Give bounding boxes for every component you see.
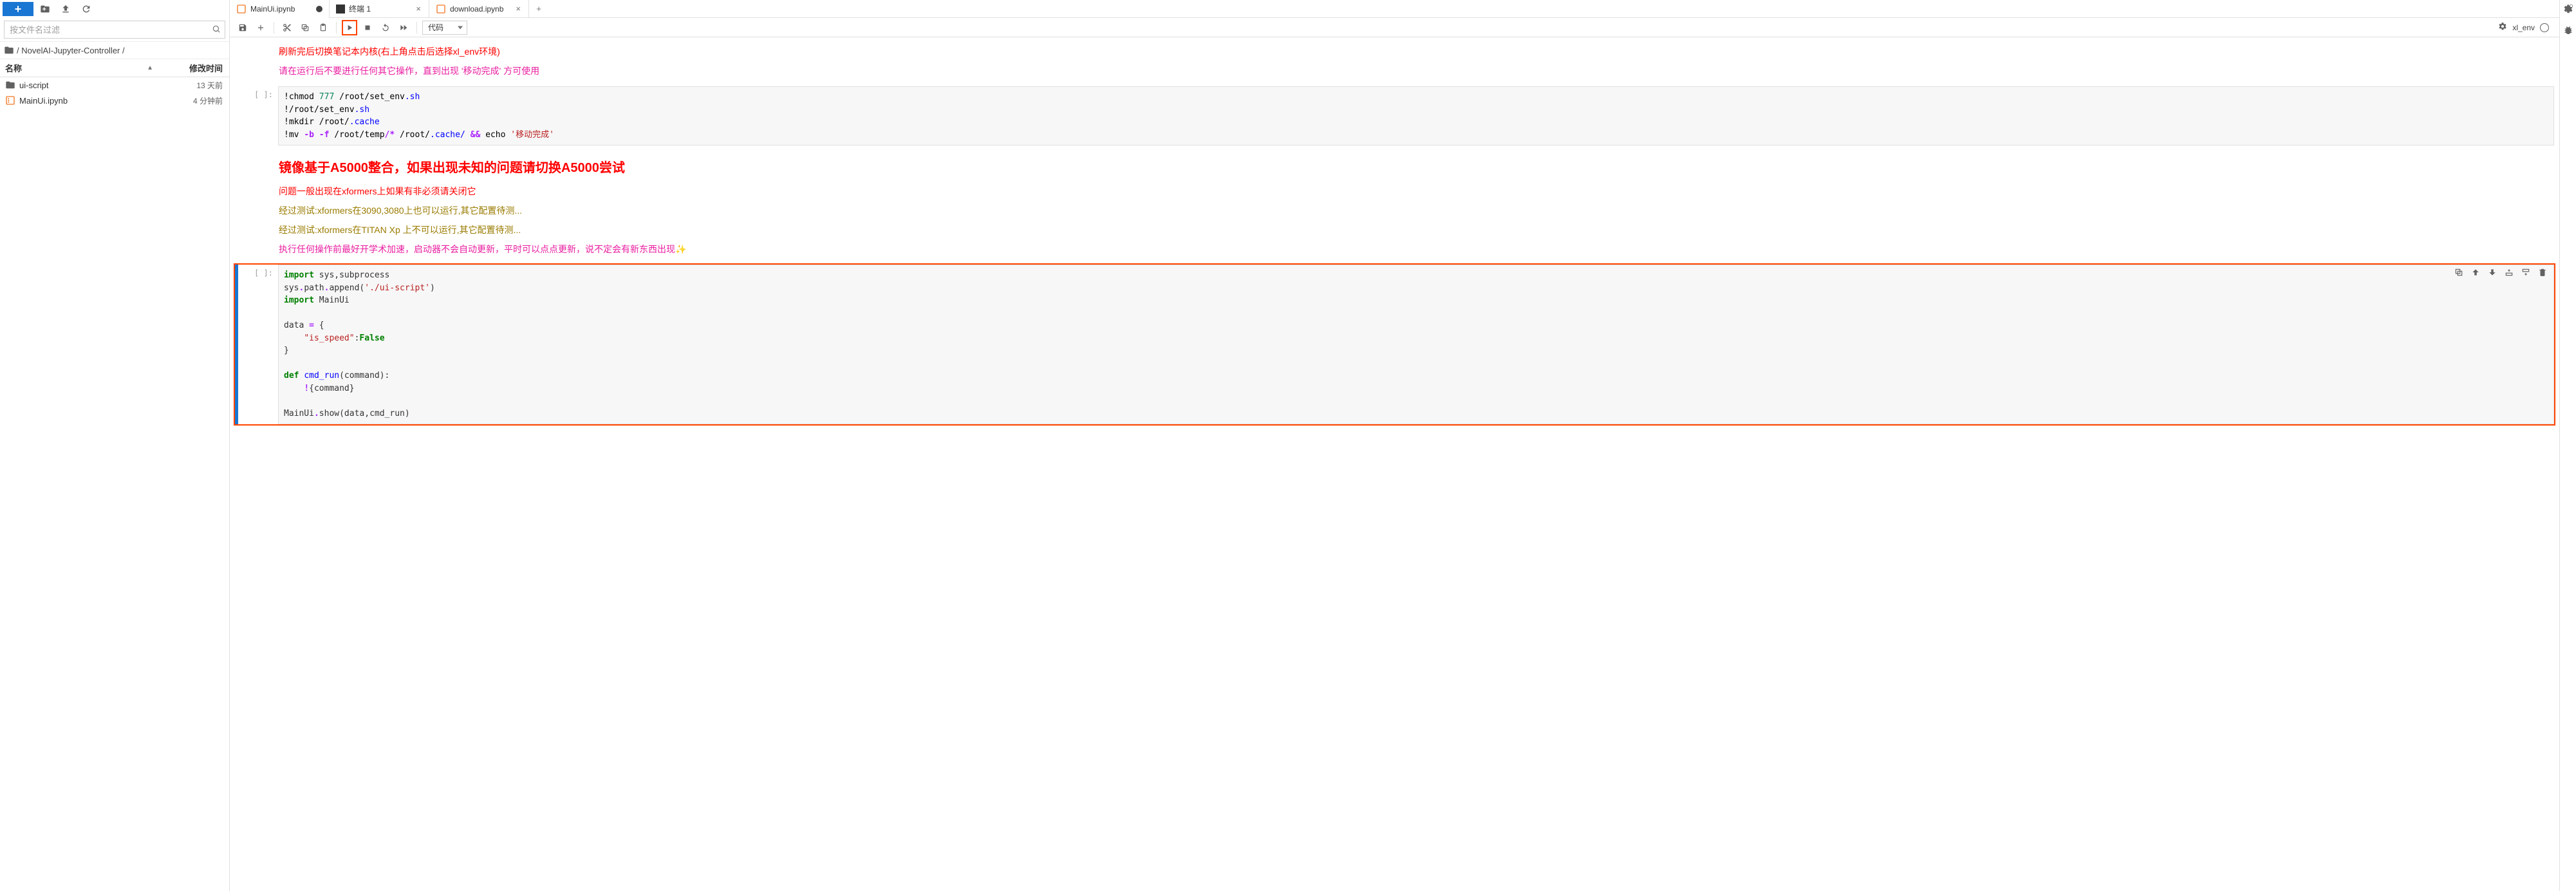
cut-button[interactable] (279, 20, 295, 35)
col-name-label[interactable]: 名称 (5, 62, 22, 74)
restart-button[interactable] (378, 20, 393, 35)
file-list-header: 名称 ▲ 修改时间 (0, 59, 229, 77)
code-cell[interactable]: [ ]: import sys,subprocess sys.path.appe… (235, 265, 2554, 424)
duplicate-cell-icon[interactable] (2452, 266, 2465, 279)
file-modified: 4 分钟前 (158, 95, 229, 106)
cell-type-label: 代码 (428, 22, 443, 33)
file-browser-sidebar: + / NovelAI-Jupyter-Controller / 名称 ▲ 修改… (0, 0, 230, 891)
save-button[interactable] (235, 20, 250, 35)
cell-type-dropdown[interactable]: 代码 (422, 21, 467, 35)
code-editor[interactable]: import sys,subprocess sys.path.append('.… (278, 265, 2554, 424)
notebook-toolbar: 代码 xl_env (230, 18, 2559, 37)
insert-below-icon[interactable] (2519, 266, 2532, 279)
new-launcher-button[interactable]: + (3, 2, 33, 16)
list-item[interactable]: ui-script 13 天前 (0, 77, 229, 93)
property-inspector-icon[interactable] (2563, 4, 2573, 16)
tab-label: MainUi.ipynb (250, 5, 312, 14)
markdown-text[interactable]: 问题一般出现在xformers上如果有非必须请关闭它 (235, 185, 2554, 198)
copy-button[interactable] (297, 20, 313, 35)
close-icon[interactable]: × (415, 4, 422, 14)
kernel-name[interactable]: xl_env (2512, 23, 2535, 32)
close-icon[interactable]: × (514, 4, 522, 14)
markdown-text[interactable]: 经过测试:xformers在3090,3080上也可以运行,其它配置待测... (235, 204, 2554, 217)
tab-mainui[interactable]: MainUi.ipynb (230, 0, 330, 17)
right-sidebar (2559, 0, 2576, 891)
markdown-text[interactable]: 请在运行后不要进行任何其它操作，直到出现 '移动完成' 方可使用 (235, 64, 2554, 77)
filter-input[interactable] (5, 25, 225, 35)
markdown-heading[interactable]: 镜像基于A5000整合，如果出现未知的问题请切换A5000尝试 (235, 157, 2554, 176)
list-item[interactable]: MainUi.ipynb 4 分钟前 (0, 93, 229, 108)
refresh-icon[interactable] (77, 0, 95, 18)
tab-label: 终端 1 (349, 3, 411, 14)
new-folder-icon[interactable] (36, 0, 54, 18)
debugger-icon[interactable] (2563, 25, 2573, 37)
restart-run-all-button[interactable] (396, 20, 411, 35)
col-modified-label[interactable]: 修改时间 (158, 62, 229, 74)
file-name: ui-script (19, 80, 49, 90)
cell-toolbar (2452, 266, 2549, 279)
filter-row (0, 18, 229, 41)
kernel-status-icon[interactable] (2540, 23, 2549, 32)
move-up-icon[interactable] (2469, 266, 2482, 279)
folder-icon (4, 45, 14, 55)
insert-cell-button[interactable] (253, 20, 268, 35)
gear-icon[interactable] (2498, 22, 2507, 33)
delete-cell-icon[interactable] (2536, 266, 2549, 279)
insert-above-icon[interactable] (2503, 266, 2515, 279)
cell-prompt: [ ]: (238, 265, 278, 424)
terminal-icon (336, 5, 345, 14)
add-tab-button[interactable]: + (529, 0, 548, 17)
notebook-body: 刷新完后切换笔记本内核(右上角点击后选择xl_env环境) 请在运行后不要进行任… (230, 37, 2559, 891)
main-area: MainUi.ipynb 终端 1 × download.ipynb × + 代… (230, 0, 2559, 891)
cell-prompt: [ ]: (238, 86, 278, 145)
markdown-text[interactable]: 经过测试:xformers在TITAN Xp 上不可以运行,其它配置待测... (235, 223, 2554, 236)
code-editor[interactable]: !chmod 777 /root/set_env.sh !/root/set_e… (278, 86, 2554, 145)
paste-button[interactable] (315, 20, 331, 35)
breadcrumb[interactable]: / NovelAI-Jupyter-Controller / (0, 41, 229, 59)
code-cell[interactable]: [ ]: !chmod 777 /root/set_env.sh !/root/… (235, 86, 2554, 145)
run-button[interactable] (342, 20, 357, 35)
breadcrumb-path: / NovelAI-Jupyter-Controller / (17, 46, 125, 55)
dirty-indicator-icon (316, 6, 322, 12)
tab-label: download.ipynb (450, 5, 510, 14)
tab-bar: MainUi.ipynb 终端 1 × download.ipynb × + (230, 0, 2559, 18)
upload-icon[interactable] (57, 0, 75, 18)
notebook-icon (5, 95, 15, 106)
markdown-text[interactable]: 刷新完后切换笔记本内核(右上角点击后选择xl_env环境) (235, 45, 2554, 58)
sort-caret-icon[interactable]: ▲ (147, 64, 153, 71)
kernel-indicator: xl_env (2498, 22, 2554, 33)
tab-download[interactable]: download.ipynb × (429, 0, 529, 17)
search-icon (212, 24, 221, 35)
move-down-icon[interactable] (2486, 266, 2499, 279)
markdown-text[interactable]: 执行任何操作前最好开学术加速，启动器不会自动更新，平时可以点点更新，说不定会有新… (235, 243, 2554, 256)
notebook-icon (236, 4, 247, 14)
sidebar-toolbar: + (0, 0, 229, 18)
notebook-icon (436, 4, 446, 14)
stop-button[interactable] (360, 20, 375, 35)
file-modified: 13 天前 (158, 80, 229, 91)
file-list: ui-script 13 天前 MainUi.ipynb 4 分钟前 (0, 77, 229, 891)
tab-terminal[interactable]: 终端 1 × (330, 0, 429, 17)
folder-icon (5, 80, 15, 90)
file-name: MainUi.ipynb (19, 96, 68, 106)
